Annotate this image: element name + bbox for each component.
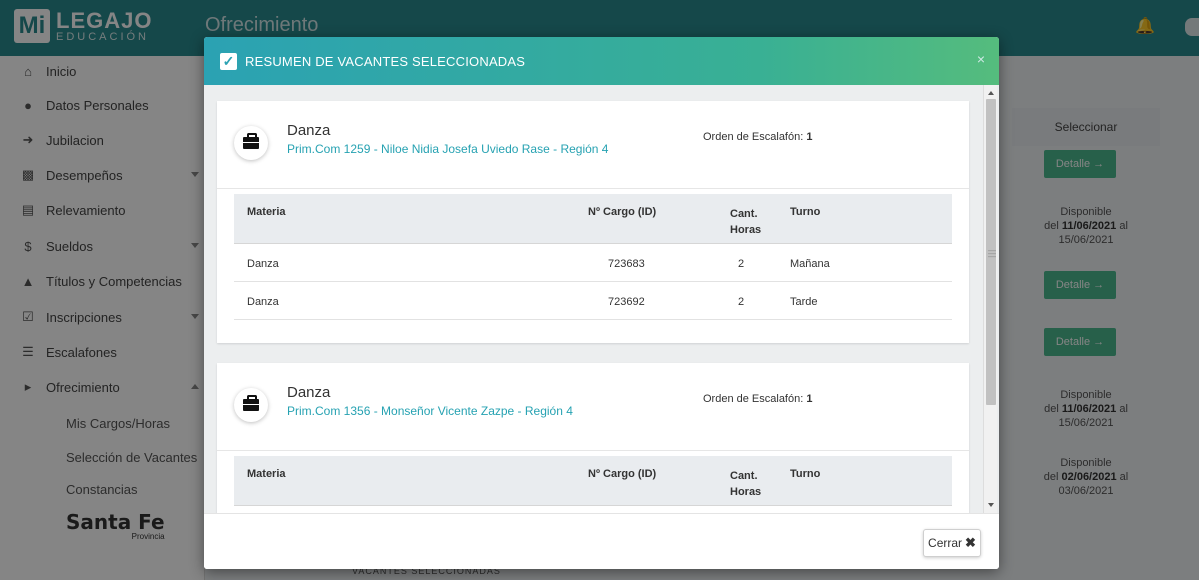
table-row: Danza 723683 2 Mañana	[234, 244, 952, 282]
column-header-turno: Turno	[790, 468, 821, 480]
briefcase-icon	[234, 126, 268, 160]
orden-escalafon: Orden de Escalafón: 1	[703, 393, 813, 405]
modal-title: RESUMEN DE VACANTES SELECCIONADAS	[245, 53, 526, 69]
modal-header: ✓ RESUMEN DE VACANTES SELECCIONADAS ×	[204, 37, 999, 85]
scrollbar[interactable]: — — —	[983, 85, 997, 513]
column-header-turno: Turno	[790, 206, 821, 218]
modal-body[interactable]: Danza Prim.Com 1259 - Niloe Nidia Josefa…	[204, 85, 999, 513]
check-icon: ✓	[220, 52, 237, 70]
school-name[interactable]: Prim.Com 1356 - Monseñor Vicente Zazpe -…	[287, 404, 573, 418]
grip-icon: — — —	[988, 246, 996, 261]
column-header-cant-horas: Cant. Horas	[730, 208, 762, 236]
card-title: Danza	[287, 384, 331, 401]
briefcase-icon	[234, 388, 268, 422]
modal-footer: Cerrar ✖	[204, 513, 999, 569]
close-button[interactable]: Cerrar ✖	[923, 529, 981, 557]
table-header: Materia Nº Cargo (ID) Cant. Horas Turno	[234, 456, 952, 506]
close-icon[interactable]: ×	[977, 51, 985, 67]
column-header-cant-horas: Cant. Horas	[730, 470, 762, 498]
vacancy-table: Materia Nº Cargo (ID) Cant. Horas Turno	[234, 456, 952, 506]
table-row: Danza 723692 2 Tarde	[234, 282, 952, 320]
column-header-cargo: Nº Cargo (ID)	[588, 468, 657, 480]
table-header: Materia Nº Cargo (ID) Cant. Horas Turno	[234, 194, 952, 244]
scroll-up-icon[interactable]	[988, 91, 994, 95]
close-icon: ✖	[965, 535, 976, 550]
column-header-materia: Materia	[247, 206, 286, 218]
vacancy-card: Danza Prim.Com 1259 - Niloe Nidia Josefa…	[217, 101, 969, 343]
school-name[interactable]: Prim.Com 1259 - Niloe Nidia Josefa Uvied…	[287, 142, 608, 156]
card-title: Danza	[287, 122, 331, 139]
column-header-materia: Materia	[247, 468, 286, 480]
vacancy-card: Danza Prim.Com 1356 - Monseñor Vicente Z…	[217, 363, 969, 513]
summary-modal: ✓ RESUMEN DE VACANTES SELECCIONADAS × Da…	[204, 37, 999, 569]
vacancy-table: Materia Nº Cargo (ID) Cant. Horas Turno D…	[234, 194, 952, 320]
scrollbar-thumb[interactable]: — — —	[986, 99, 996, 405]
column-header-cargo: Nº Cargo (ID)	[588, 206, 657, 218]
orden-escalafon: Orden de Escalafón: 1	[703, 131, 813, 143]
scroll-down-icon[interactable]	[988, 503, 994, 507]
